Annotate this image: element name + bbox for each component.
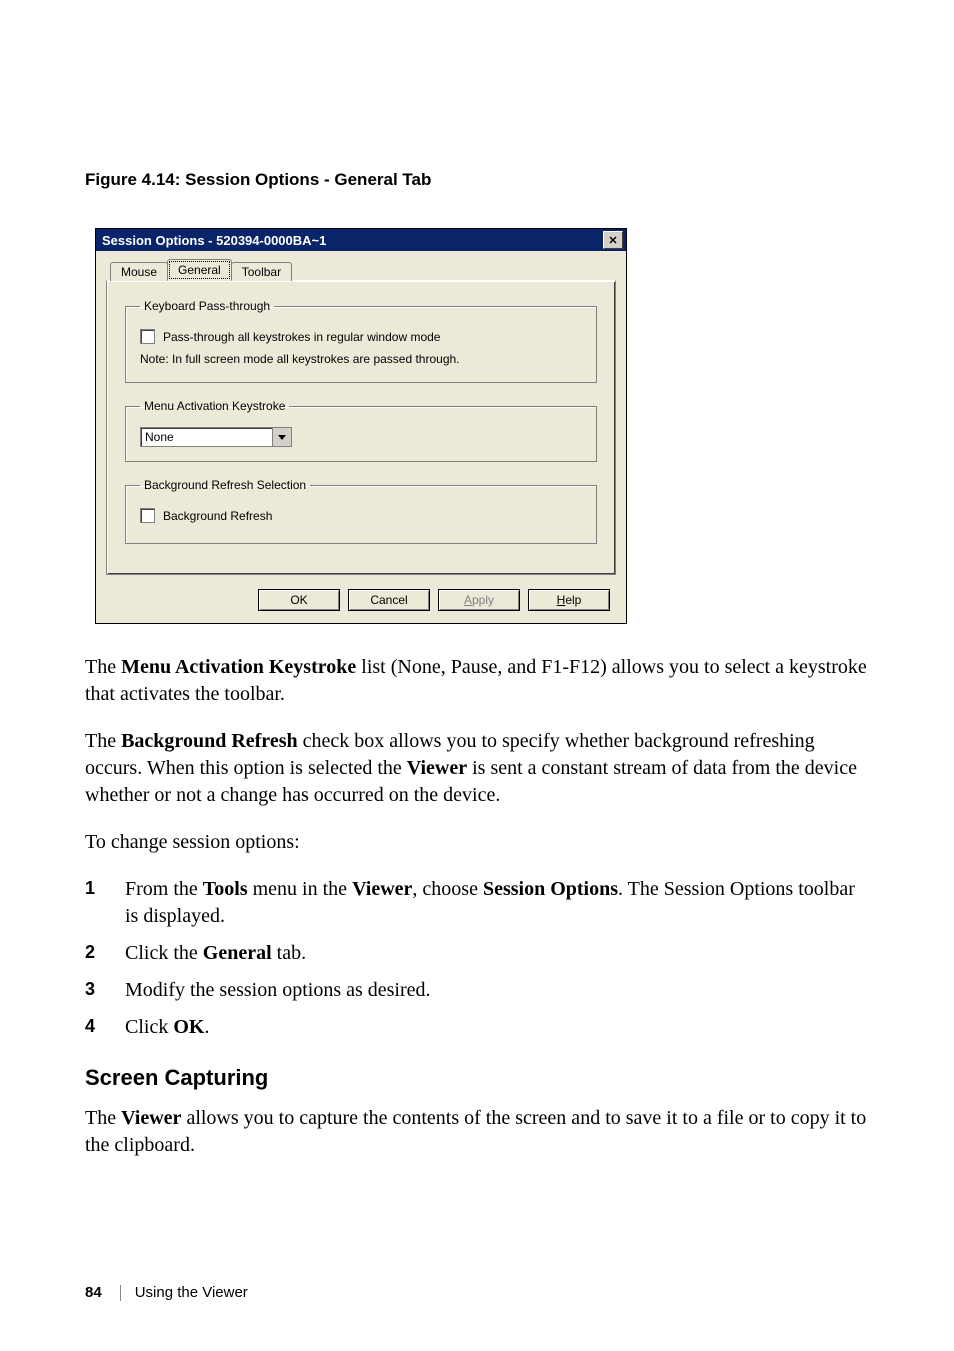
background-refresh-label: Background Refresh (163, 509, 272, 523)
heading-screen-capturing: Screen Capturing (85, 1065, 869, 1091)
paragraph-menu-activation: The Menu Activation Keystroke list (None… (85, 654, 869, 708)
list-item: 3 Modify the session options as desired. (85, 977, 869, 1004)
paragraph-background-refresh: The Background Refresh check box allows … (85, 728, 869, 809)
figure-caption: Figure 4.14: Session Options - General T… (85, 170, 869, 190)
ok-button[interactable]: OK (258, 589, 340, 611)
titlebar: Session Options - 520394-0000BA~1 ✕ (96, 229, 626, 251)
help-button[interactable]: Help (528, 589, 610, 611)
footer-chapter: Using the Viewer (135, 1284, 248, 1301)
group-legend: Keyboard Pass-through (140, 299, 274, 313)
steps-list: 1 From the Tools menu in the Viewer, cho… (85, 876, 869, 1041)
passthrough-note: Note: In full screen mode all keystrokes… (140, 352, 582, 366)
background-refresh-checkbox[interactable] (140, 508, 155, 523)
passthrough-label: Pass-through all keystrokes in regular w… (163, 330, 440, 344)
passthrough-checkbox[interactable] (140, 329, 155, 344)
close-button[interactable]: ✕ (603, 231, 623, 249)
tab-general[interactable]: General (167, 259, 232, 281)
apply-accel: A (464, 593, 472, 607)
group-keyboard-passthrough: Keyboard Pass-through Pass-through all k… (125, 299, 597, 383)
menu-keystroke-dropdown[interactable]: None (140, 427, 292, 447)
list-item: 1 From the Tools menu in the Viewer, cho… (85, 876, 869, 930)
dropdown-value: None (141, 428, 272, 446)
page-number: 84 (85, 1284, 102, 1301)
tab-panel-general: Keyboard Pass-through Pass-through all k… (106, 280, 616, 575)
footer-separator (120, 1285, 121, 1301)
group-legend: Menu Activation Keystroke (140, 399, 289, 413)
group-background-refresh: Background Refresh Selection Background … (125, 478, 597, 544)
tab-strip: Mouse General Toolbar (106, 259, 616, 281)
apply-button[interactable]: Apply (438, 589, 520, 611)
cancel-button[interactable]: Cancel (348, 589, 430, 611)
dialog-button-row: OK Cancel Apply Help (106, 589, 616, 611)
chevron-down-icon[interactable] (272, 428, 291, 446)
group-menu-activation: Menu Activation Keystroke None (125, 399, 597, 462)
tab-mouse[interactable]: Mouse (110, 262, 168, 281)
group-legend: Background Refresh Selection (140, 478, 310, 492)
page-footer: 84 Using the Viewer (85, 1284, 248, 1301)
list-item: 2 Click the General tab. (85, 940, 869, 967)
paragraph-screen-capturing: The Viewer allows you to capture the con… (85, 1105, 869, 1159)
tab-toolbar[interactable]: Toolbar (231, 262, 292, 281)
help-rest: elp (565, 593, 581, 607)
list-item: 4 Click OK. (85, 1014, 869, 1041)
paragraph-intro-steps: To change session options: (85, 829, 869, 856)
dialog-title: Session Options - 520394-0000BA~1 (102, 233, 326, 248)
session-options-dialog: Session Options - 520394-0000BA~1 ✕ Mous… (95, 228, 627, 624)
apply-rest: pply (472, 593, 494, 607)
